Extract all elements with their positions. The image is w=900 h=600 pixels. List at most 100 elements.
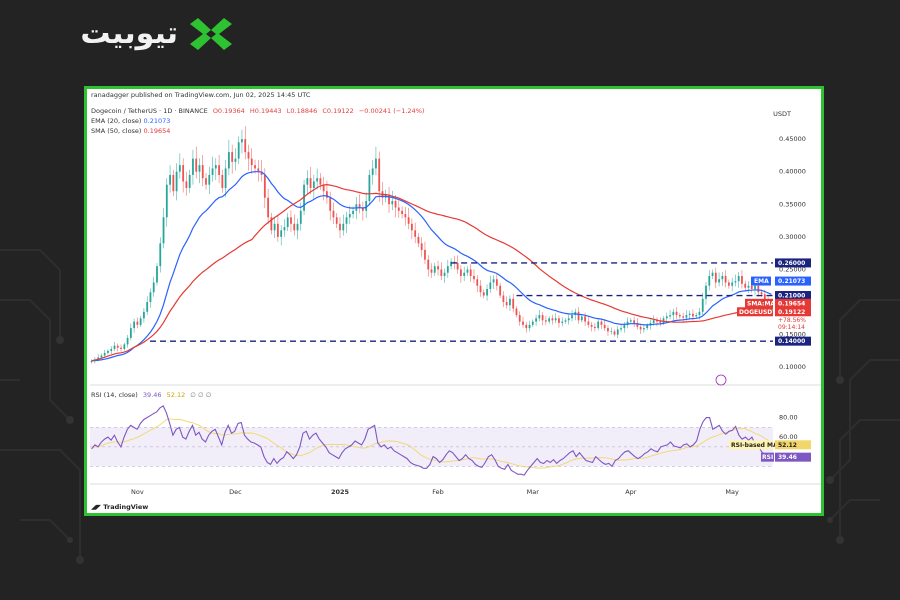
candle-body [646, 325, 649, 329]
candle-body [185, 181, 188, 188]
candle-body [551, 318, 554, 321]
candle-body [394, 201, 397, 208]
candle-body [126, 337, 129, 345]
candle-body [721, 275, 724, 280]
candle-body [456, 262, 459, 270]
candle-body [424, 249, 426, 260]
candle-body [620, 328, 622, 330]
candle-body [443, 272, 446, 276]
candle-body [375, 158, 377, 169]
candle-body [548, 318, 551, 322]
candle-body [590, 324, 593, 327]
candle-body [371, 168, 374, 175]
candle-body [103, 352, 106, 356]
candle-body [224, 168, 227, 188]
x-tick-label: May [725, 488, 739, 496]
candle-body [682, 316, 685, 318]
candle-body [727, 282, 730, 286]
candle-body [309, 178, 312, 188]
chart-plot[interactable]: 0.450000.400000.350000.300000.250000.200… [87, 89, 821, 513]
candle-body [365, 201, 368, 211]
candle-body [672, 311, 675, 316]
candle-body [433, 266, 436, 273]
candle-body [652, 320, 655, 323]
rsi-y-tick-label: 80.00 [779, 414, 798, 422]
candle-body [718, 279, 720, 283]
candle-body [133, 321, 136, 329]
candles-group [90, 126, 773, 364]
x-tick-label: Mar [527, 488, 540, 496]
candle-body [352, 210, 354, 215]
candle-body [342, 223, 345, 231]
candle-body [558, 318, 560, 323]
candle-body [525, 324, 528, 329]
candle-body [378, 158, 381, 192]
candle-body [541, 315, 544, 321]
candle-body [201, 165, 204, 179]
candle-body [473, 275, 475, 280]
doge-tag-label: DOGEUSDT [739, 309, 777, 316]
candle-body [688, 313, 691, 316]
candle-body [195, 158, 198, 172]
candle-body [629, 320, 632, 322]
candle-body [139, 318, 142, 325]
lightning-icon [715, 374, 727, 386]
candle-body [531, 321, 534, 325]
candle-body [178, 165, 181, 172]
y-tick-label: 0.30000 [779, 233, 806, 241]
candle-body [237, 142, 240, 159]
candle-body [711, 272, 714, 276]
candle-body [234, 158, 237, 162]
candle-body [182, 165, 185, 182]
candle-body [192, 158, 194, 175]
candle-body [701, 298, 704, 312]
candle-body [544, 320, 547, 322]
candle-body [267, 197, 270, 218]
candle-body [263, 174, 266, 198]
brand-header: تیوبیت [28, 14, 232, 54]
candle-body [427, 259, 430, 270]
x-tick-label: Apr [625, 488, 637, 496]
candle-body [120, 347, 122, 349]
candle-body [156, 266, 158, 283]
candle-body [329, 197, 332, 211]
candle-body [391, 201, 394, 205]
candle-body [623, 324, 626, 329]
candle-body [757, 285, 760, 293]
candle-body [731, 282, 734, 286]
candle-body [741, 275, 743, 284]
candle-body [685, 315, 688, 318]
tradingview-logo-icon: ◢◤ [91, 503, 104, 511]
candle-body [669, 315, 671, 317]
candle-body [335, 217, 338, 224]
candle-body [414, 230, 417, 237]
candle-body [600, 321, 603, 325]
candle-body [440, 269, 443, 276]
candle-body [476, 279, 479, 286]
doge-change-pct: +78.56% [778, 317, 806, 324]
candle-body [633, 320, 636, 323]
brand-name: تیوبیت [80, 16, 178, 51]
candle-body [737, 275, 740, 282]
candle-body [698, 311, 701, 316]
candle-body [754, 285, 756, 289]
candle-body [567, 318, 570, 321]
candle-body [273, 223, 276, 231]
candle-body [123, 344, 126, 349]
candle-body [643, 328, 645, 330]
candle-body [244, 139, 247, 153]
candle-body [577, 311, 580, 321]
candle-body [214, 165, 217, 169]
candle-body [489, 282, 492, 289]
candle-body [149, 292, 152, 303]
candle-body [593, 326, 596, 329]
candle-body [479, 285, 482, 293]
candle-body [535, 318, 537, 322]
candle-body [518, 315, 521, 322]
rsi-tag-label: RSI [762, 454, 773, 461]
candle-body [724, 275, 727, 283]
candle-body [714, 272, 717, 283]
ema-tag: 0.21073 [778, 278, 805, 285]
candle-body [116, 345, 119, 348]
candle-body [554, 318, 557, 321]
